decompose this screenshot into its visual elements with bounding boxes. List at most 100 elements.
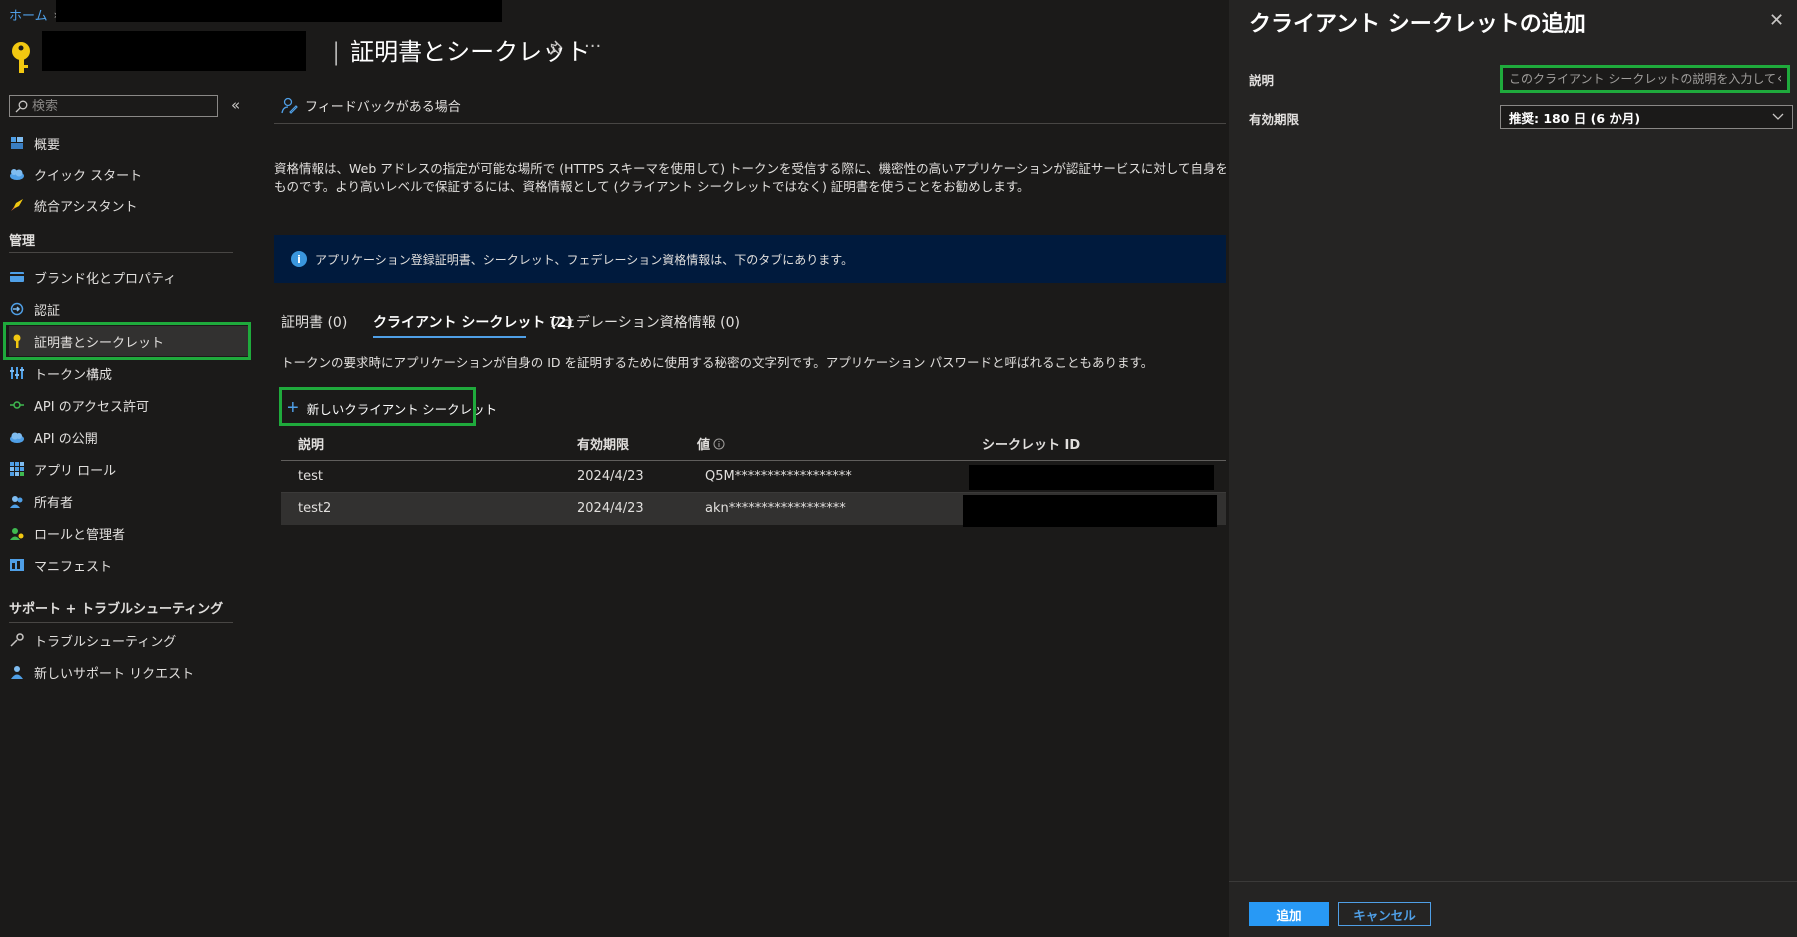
sidebar-item-label: アプリ ロール [34,463,117,479]
cloud-icon [9,429,25,445]
sidebar-item-quickstart[interactable]: クイック スタート [9,159,250,189]
wrench-icon [9,632,25,648]
pin-icon[interactable] [548,38,568,58]
nav-section-support: サポート + トラブルシューティング [9,602,224,617]
row-description: test2 [298,501,332,516]
expiry-label: 有効期限 [1249,112,1300,127]
quickstart-icon [9,166,25,182]
redacted-secret-id [969,465,1214,490]
token-icon [9,365,25,381]
sidebar-item-integration-assistant[interactable]: 統合アシスタント [9,190,250,220]
sidebar-item-label: トラブルシューティング [34,634,177,650]
search-input[interactable] [32,98,217,114]
search-icon [15,100,28,112]
sidebar-item-label: クイック スタート [34,168,143,184]
sidebar-item-label: マニフェスト [34,559,113,575]
auth-icon [9,301,25,317]
toolbar-divider [274,123,1226,124]
sidebar-item-expose-api[interactable]: API の公開 [9,422,250,452]
sidebar-item-roles-admins[interactable]: ロールと管理者 [9,518,250,548]
column-header-value-label: 値 [697,438,711,453]
tab-description: トークンの要求時にアプリケーションが自身の ID を証明するために使用する秘密の… [281,355,1154,370]
api-permission-icon [9,397,25,413]
highlight-box-sidebar [3,322,251,360]
sidebar-item-manifest[interactable]: マニフェスト [9,550,250,580]
redacted-app-name [42,31,306,71]
description-input[interactable] [1500,65,1790,93]
sidebar-item-label: ブランド化とプロパティ [34,271,177,287]
sidebar-item-label: API のアクセス許可 [34,399,150,415]
feedback-link[interactable]: フィードバックがある場合 [281,96,461,115]
nav-divider [9,252,233,253]
description-line: 資格情報は、Web アドレスの指定が可能な場所で (HTTPS スキーマを使用し… [274,161,1226,176]
column-header-expires[interactable]: 有効期限 [577,434,629,453]
sidebar-item-label: 新しいサポート リクエスト [34,666,195,682]
redacted-secret-id [963,495,1217,527]
rocket-icon [9,197,25,213]
close-icon[interactable]: ✕ [1769,10,1784,31]
sidebar-item-owners[interactable]: 所有者 [9,486,250,516]
sidebar-item-api-permissions[interactable]: API のアクセス許可 [9,390,250,420]
active-tab-indicator [373,336,526,338]
tab-federated-credentials[interactable]: フェデレーション資格情報 (0) [548,312,740,332]
grid-icon [9,461,25,477]
credentials-description: 資格情報は、Web アドレスの指定が可能な場所で (HTTPS スキーマを使用し… [274,160,1226,196]
owners-icon [9,493,25,509]
info-banner: i アプリケーション登録証明書、シークレット、フェデレーション資格情報は、下のタ… [274,235,1226,283]
panel-footer-divider [1229,881,1797,882]
sidebar-search[interactable] [9,95,218,117]
sidebar-item-branding[interactable]: ブランド化とプロパティ [9,262,250,292]
breadcrumb-home-link[interactable]: ホーム [9,5,48,24]
sidebar-item-label: 所有者 [34,495,74,511]
roles-icon [9,525,25,541]
info-circle-icon[interactable] [713,438,725,450]
description-line: ものです。より高いレベルで保証するには、資格情報として (クライアント シークレ… [274,179,1030,194]
sidebar-item-label: トークン構成 [34,367,113,383]
expiry-selected-value: 推奨: 180 日 (6 か月) [1509,110,1641,126]
column-header-secret-id[interactable]: シークレット ID [982,434,1080,453]
key-icon [12,42,30,73]
table-row[interactable]: test 2024/4/23 Q5M****************** [281,461,1226,493]
highlight-box-new-secret [279,387,476,426]
sidebar-item-new-support-request[interactable]: 新しいサポート リクエスト [9,657,250,687]
tab-certificates[interactable]: 証明書 (0) [281,312,347,332]
sidebar-item-token-config[interactable]: トークン構成 [9,358,250,388]
manifest-icon [9,557,25,573]
expiry-dropdown[interactable]: 推奨: 180 日 (6 か月) [1500,105,1793,129]
redacted-breadcrumb [56,0,502,22]
sidebar-item-label: API の公開 [34,431,98,447]
add-button[interactable]: 追加 [1249,902,1329,926]
row-expires: 2024/4/23 [577,469,644,484]
sidebar-item-label: ロールと管理者 [34,527,126,543]
sidebar-item-label: 統合アシスタント [34,199,138,215]
sidebar-item-app-roles[interactable]: アプリ ロール [9,454,250,484]
tab-client-secrets[interactable]: クライアント シークレット (2) [373,312,573,332]
column-header-value[interactable]: 値 [697,434,725,453]
column-header-description[interactable]: 説明 [298,434,324,453]
row-value: Q5M****************** [705,469,852,484]
support-person-icon [9,664,25,680]
collapse-sidebar-icon[interactable]: « [231,96,240,114]
breadcrumb: ホーム › [9,5,58,25]
add-client-secret-panel: クライアント シークレットの追加 ✕ 説明 有効期限 推奨: 180 日 (6 … [1229,0,1797,937]
title-separator: | [332,38,341,66]
feedback-icon [281,97,298,114]
feedback-label: フィードバックがある場合 [305,100,461,115]
nav-divider [9,622,233,623]
overview-icon [9,135,25,151]
sidebar-item-troubleshooting[interactable]: トラブルシューティング [9,625,250,655]
table-row[interactable]: test2 2024/4/23 akn****************** [281,493,1226,527]
nav-section-manage: 管理 [9,234,36,249]
info-icon: i [291,251,307,267]
sidebar-item-authentication[interactable]: 認証 [9,294,250,324]
row-value: akn****************** [705,501,846,516]
more-options-icon[interactable]: ··· [584,36,601,57]
chevron-down-icon [1772,113,1784,120]
description-label: 説明 [1249,73,1275,88]
cancel-button[interactable]: キャンセル [1338,902,1431,926]
info-banner-text: アプリケーション登録証明書、シークレット、フェデレーション資格情報は、下のタブに… [315,252,854,267]
panel-title: クライアント シークレットの追加 [1249,12,1586,37]
branding-icon [9,269,25,285]
sidebar-item-label: 概要 [34,137,61,153]
sidebar-item-overview[interactable]: 概要 [9,128,250,158]
